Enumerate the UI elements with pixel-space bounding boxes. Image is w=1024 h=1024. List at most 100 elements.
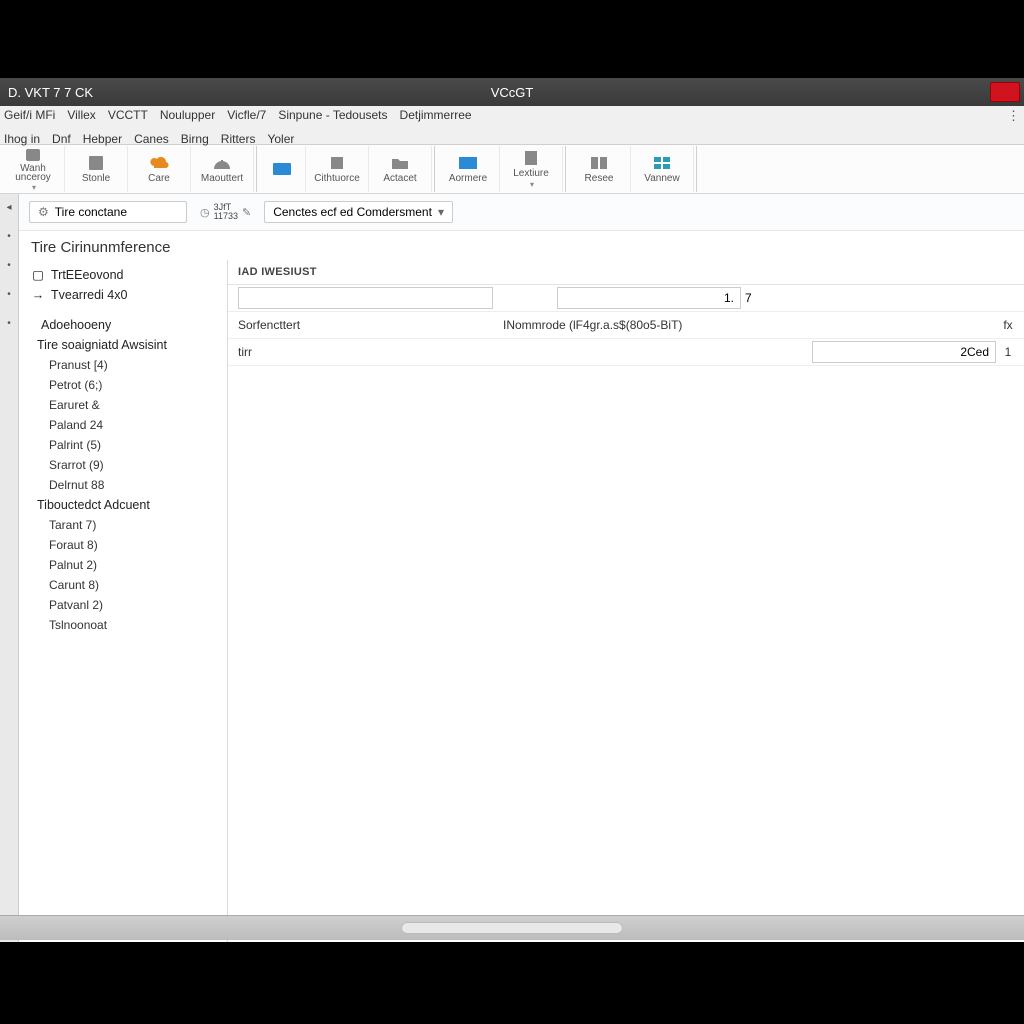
menu-bar: Geif/i MFi Villex VCCTT Noulupper Vicfle… — [0, 106, 1024, 145]
tree-item[interactable]: Paland 24 — [19, 415, 227, 435]
form-header: IAD IWESIUST — [228, 260, 1024, 285]
tree-group-subhead[interactable]: Tire soaigniatd Awsisint — [19, 335, 227, 355]
tree-item[interactable]: Carunt 8) — [19, 575, 227, 595]
tree-item[interactable]: Foraut 8) — [19, 535, 227, 555]
ribbon-label: Maouttert — [201, 173, 243, 184]
ribbon-button[interactable]: Cithtuorce — [306, 146, 369, 192]
ribbon-toolbar: Wanh unceroy ▾ Stonle Care Maouttert Cit… — [0, 145, 1024, 194]
rail-dot-icon[interactable]: • — [7, 260, 11, 271]
ribbon-button[interactable]: Actacet — [369, 146, 432, 192]
gear-icon: ⚙ — [38, 205, 49, 219]
tree-label: Paland 24 — [49, 418, 103, 432]
tree-label: Pranust [4) — [49, 358, 108, 372]
menu-item[interactable]: Hebper — [83, 132, 122, 146]
tree-item[interactable]: Palrint (5) — [19, 435, 227, 455]
tree-item[interactable]: Earuret & — [19, 395, 227, 415]
ribbon-separator — [434, 146, 435, 192]
card-icon — [272, 160, 292, 178]
menu-item[interactable]: Sinpune - Tedousets — [278, 108, 387, 122]
tree-label: Tire soaigniatd Awsisint — [37, 338, 167, 352]
menu-item[interactable]: Ritters — [221, 132, 256, 146]
window-title-left: D. VKT 7 7 CK — [8, 85, 93, 100]
breadcrumb-label: Tire conctane — [55, 205, 127, 219]
ribbon-button[interactable]: Vannew — [631, 146, 694, 192]
ribbon-button[interactable]: Resee — [568, 146, 631, 192]
arrow-right-icon: → — [31, 288, 45, 302]
tree-label: Palrint (5) — [49, 438, 101, 452]
ribbon-button[interactable]: Maouttert — [191, 146, 254, 192]
tree-item[interactable]: Tarant 7) — [19, 515, 227, 535]
section-title: Tire Cirinunmference — [19, 231, 1024, 260]
trackpad-button — [401, 922, 623, 934]
ribbon-button[interactable]: Stonle — [65, 146, 128, 192]
tree-label: Patvanl 2) — [49, 598, 103, 612]
tree-label: Srarrot (9) — [49, 458, 104, 472]
menu-item[interactable]: Vicfle/7 — [227, 108, 266, 122]
form-input-right[interactable] — [557, 287, 741, 309]
tree-item[interactable]: Pranust [4) — [19, 355, 227, 375]
tree-item[interactable]: Delrnut 88 — [19, 475, 227, 495]
ribbon-button[interactable]: Aormere — [437, 146, 500, 192]
cloud-icon — [149, 154, 169, 172]
tree-item[interactable]: Srarrot (9) — [19, 455, 227, 475]
form-input-right[interactable] — [812, 341, 996, 363]
chevron-down-icon: ▾ — [530, 180, 534, 189]
tree-label: Petrot (6;) — [49, 378, 102, 392]
ribbon-button[interactable]: Lextiure ▾ — [500, 146, 563, 192]
tree-item[interactable]: Palnut 2) — [19, 555, 227, 575]
columns-icon — [589, 154, 609, 172]
menu-item[interactable]: Ihog in — [4, 132, 40, 146]
form-label-left: tirr — [228, 345, 503, 359]
tree-label: Adoehooeny — [41, 318, 111, 332]
ribbon-button[interactable]: Wanh unceroy ▾ — [2, 146, 65, 192]
rail-dot-icon[interactable]: • — [7, 289, 11, 300]
rail-dot-icon[interactable]: • — [7, 318, 11, 329]
ribbon-separator — [565, 146, 566, 192]
tree-item[interactable]: ▢ TrtEEeovond — [19, 264, 227, 285]
tree-item[interactable]: Tslnoonoat — [19, 615, 227, 635]
context-dropdown[interactable]: Cenctes ecf ed Comdersment ▾ — [264, 201, 453, 223]
rail-chevron-icon[interactable]: ◂ — [6, 202, 11, 213]
tree-label: Foraut 8) — [49, 538, 98, 552]
menu-item[interactable]: Detjimmerree — [400, 108, 472, 122]
ribbon-label: Aormere — [449, 173, 487, 184]
form-suffix: 1 — [1000, 345, 1016, 359]
grid-icon — [652, 154, 672, 172]
window-titlebar: D. VKT 7 7 CK VCcGT — [0, 78, 1024, 106]
tree-item[interactable]: Patvanl 2) — [19, 595, 227, 615]
tree-label: TrtEEeovond — [51, 268, 124, 282]
mini-readout[interactable]: ◷ 3JfT 11733 ✎ — [195, 200, 256, 224]
form-suffix[interactable]: fx — [1000, 318, 1016, 332]
tree-item[interactable]: → Tvearredi 4x0 — [19, 285, 227, 305]
content-area: ⚙ Tire conctane ◷ 3JfT 11733 ✎ Cenctes e… — [19, 194, 1024, 942]
menu-item[interactable]: Yoler — [267, 132, 294, 146]
menu-item[interactable]: Dnf — [52, 132, 71, 146]
ribbon-label: Wanh unceroy — [15, 164, 51, 182]
menu-item[interactable]: Noulupper — [160, 108, 215, 122]
building-icon — [327, 154, 347, 172]
rail-dot-icon[interactable]: • — [7, 231, 11, 242]
ribbon-button[interactable] — [259, 146, 306, 192]
tree-item[interactable]: Petrot (6;) — [19, 375, 227, 395]
menu-item[interactable]: Geif/i MFi — [4, 108, 55, 122]
ribbon-label: Lextiure — [513, 168, 549, 179]
form-row: Sorfencttert INommrode (lF4gr.a.s$(80o5-… — [228, 312, 1024, 339]
split-pane: ▢ TrtEEeovond → Tvearredi 4x0 Adoehooeny… — [19, 260, 1024, 942]
breadcrumb-box[interactable]: ⚙ Tire conctane — [29, 201, 187, 223]
form-suffix: 7 — [745, 291, 752, 305]
menu-item[interactable]: Birng — [181, 132, 209, 146]
dial-icon: ◷ — [200, 206, 210, 219]
form-right-label: INommrode (lF4gr.a.s$(80o5-BiT) — [503, 318, 996, 332]
menu-item[interactable]: Villex — [67, 108, 95, 122]
tree-group-head[interactable]: Adoehooeny — [19, 315, 227, 335]
menu-overflow-icon[interactable]: ⋮ — [1007, 108, 1020, 124]
dropdown-label: Cenctes ecf ed Comdersment — [273, 205, 432, 219]
menu-item[interactable]: VCCTT — [108, 108, 148, 122]
menu-item[interactable]: Canes — [134, 132, 169, 146]
close-button[interactable] — [990, 82, 1020, 102]
tree-label: Tarant 7) — [49, 518, 96, 532]
form-input-left[interactable] — [238, 287, 493, 309]
ribbon-label: Care — [148, 173, 170, 184]
tree-group-head[interactable]: Tibouctedct Adcuent — [19, 495, 227, 515]
ribbon-button[interactable]: Care — [128, 146, 191, 192]
